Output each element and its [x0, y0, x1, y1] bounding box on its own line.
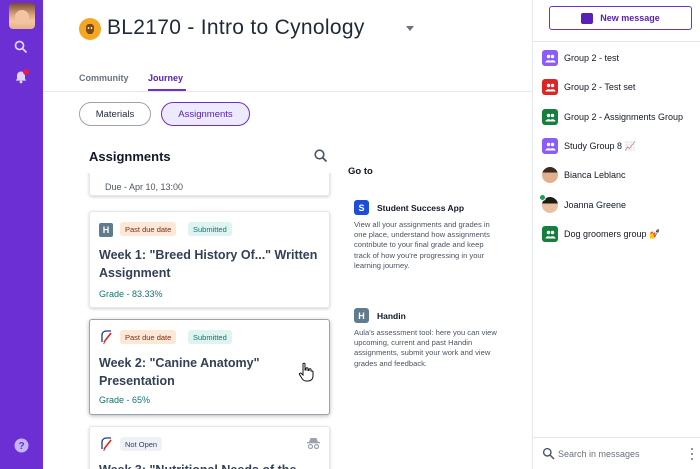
conversation-item[interactable]: Bianca Leblanc	[541, 166, 696, 184]
hand-cursor-icon	[298, 362, 314, 382]
conversation-name: Bianca Leblanc	[564, 170, 626, 180]
chevron-down-icon[interactable]	[406, 26, 414, 31]
submitted-badge: Submitted	[188, 222, 232, 236]
search-icon	[542, 447, 555, 460]
materials-filter-button[interactable]: Materials	[79, 102, 151, 126]
new-message-label: New message	[600, 13, 660, 23]
search-icon[interactable]	[12, 38, 30, 56]
help-icon[interactable]: ?	[12, 436, 30, 454]
handin-app-description: Aula's assessment tool: here you can vie…	[354, 328, 497, 368]
assignment-title: Week 3: "Nutritional Needs of the	[99, 461, 319, 469]
panel-divider	[532, 41, 700, 42]
incognito-icon	[306, 437, 321, 450]
conversation-item[interactable]: Dog groomers group 💅	[541, 225, 696, 243]
assignment-card[interactable]: Due - Apr 10, 13:00	[89, 173, 330, 196]
handin-app-link[interactable]: Handin	[377, 311, 406, 321]
handin-app-icon[interactable]: H	[354, 308, 369, 323]
help-glyph: ?	[18, 441, 24, 452]
user-avatar[interactable]	[9, 3, 35, 29]
tab-journey[interactable]: Journey	[148, 73, 183, 83]
chat-icon	[581, 12, 594, 24]
bell-icon[interactable]	[12, 68, 30, 86]
dog-emoji-icon	[79, 18, 101, 40]
search-icon[interactable]	[313, 148, 329, 164]
assignment-title: Week 2: "Canine Anatomy" Presentation	[99, 356, 260, 388]
conversation-name: Group 2 - test	[564, 53, 620, 63]
group-icon	[542, 138, 558, 154]
student-success-app-icon[interactable]: S	[354, 200, 369, 215]
assignments-list[interactable]: Due - Apr 10, 13:00 H Past due date Subm…	[83, 173, 337, 469]
assignment-card-week-2[interactable]: Past due date Submitted Week 2: "Canine …	[89, 319, 330, 415]
panel-divider	[532, 437, 700, 438]
conversation-name: Study Group 8 📈	[564, 141, 636, 151]
handin-icon: H	[99, 223, 113, 237]
assessment-icon	[99, 436, 115, 452]
message-search-input[interactable]	[558, 447, 683, 461]
assignment-grade: Grade - 65%	[99, 395, 151, 405]
avatar	[542, 167, 558, 183]
student-success-app-description: View all your assignments and grades in …	[354, 220, 490, 270]
group-icon	[542, 50, 558, 66]
submitted-badge: Submitted	[188, 330, 232, 344]
goto-heading: Go to	[348, 166, 373, 177]
past-due-badge: Past due date	[120, 330, 177, 344]
conversation-name: Dog groomers group 💅	[564, 229, 661, 239]
assessment-icon	[99, 329, 115, 345]
course-title: BL2170 - Intro to Cynology	[107, 16, 365, 39]
tabs-divider	[43, 91, 532, 92]
past-due-badge: Past due date	[120, 222, 177, 236]
assignments-heading: Assignments	[89, 149, 171, 164]
conversation-item[interactable]: Joanna Greene	[539, 194, 696, 214]
assignment-title: Week 1: "Breed History Of..." Written As…	[99, 248, 318, 280]
group-icon	[542, 109, 558, 125]
conversation-name: Group 2 - Test set	[564, 82, 636, 92]
conversation-item[interactable]: Group 2 - Assignments Group	[541, 108, 696, 126]
assignment-card-week-1[interactable]: H Past due date Submitted Week 1: "Breed…	[89, 211, 330, 308]
student-success-app-link[interactable]: Student Success App	[377, 203, 464, 213]
notification-dot	[23, 69, 29, 75]
conversation-item[interactable]: Study Group 8 📈	[541, 137, 696, 155]
left-rail: ?	[0, 0, 43, 469]
assignment-card-week-3[interactable]: Not Open Week 3: "Nutritional Needs of t…	[89, 426, 330, 469]
tab-community[interactable]: Community	[79, 73, 129, 83]
conversation-name: Group 2 - Assignments Group	[564, 112, 684, 122]
more-options-icon[interactable]	[690, 448, 694, 460]
conversation-item[interactable]: Group 2 - Test set	[541, 78, 696, 96]
group-icon	[542, 79, 558, 95]
online-status-dot	[539, 194, 546, 201]
not-open-badge: Not Open	[120, 437, 163, 451]
conversation-item[interactable]: Group 2 - test	[541, 49, 696, 67]
assignment-grade: Grade - 83.33%	[99, 289, 163, 299]
due-date: Due - Apr 10, 13:00	[105, 182, 184, 192]
assignments-filter-button[interactable]: Assignments	[161, 102, 250, 126]
group-icon	[542, 226, 558, 242]
conversation-name: Joanna Greene	[564, 200, 627, 210]
new-message-button[interactable]: New message	[549, 6, 692, 30]
